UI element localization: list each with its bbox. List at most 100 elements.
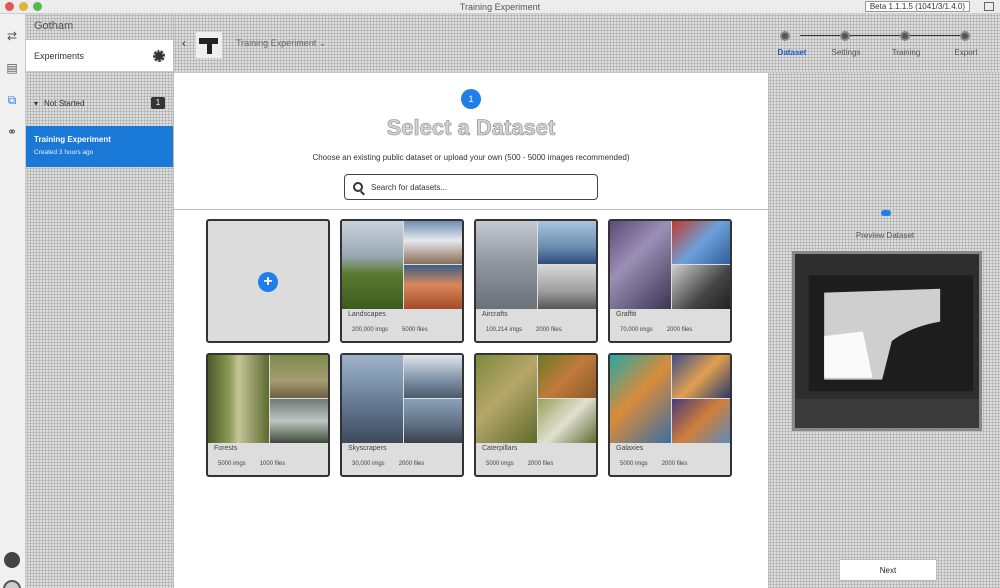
dataset-card-graffiti[interactable]: Graffiti 70,000 imgs 2000 files (608, 219, 732, 343)
dataset-image-count: 5000 imgs (620, 461, 648, 467)
dataset-image-count: 70,000 imgs (620, 327, 653, 333)
preview-panel: Preview Dataset Next (768, 73, 1000, 588)
dataset-thumbnails (342, 221, 462, 309)
thumbnail (270, 355, 328, 398)
thumbnail (404, 399, 462, 443)
dataset-meta: 200,000 imgs 5000 files (352, 327, 428, 333)
experiment-name: Training Experiment (236, 38, 317, 48)
preview-indicator-icon (881, 210, 891, 216)
avatar[interactable] (4, 552, 20, 568)
step-progress: Dataset Settings Training Export (778, 28, 990, 68)
thumbnail (342, 355, 403, 443)
window-title: Training Experiment (459, 2, 541, 12)
step-label-settings[interactable]: Settings (832, 48, 861, 57)
next-button[interactable]: Next (839, 559, 937, 581)
step-line (800, 35, 970, 36)
thumbnail (538, 221, 596, 264)
database-icon[interactable]: ▤ (4, 60, 20, 76)
thumbnail (208, 355, 269, 443)
dataset-card-aircrafts[interactable]: Aircrafts 100,214 imgs 2000 files (474, 219, 598, 343)
group-not-started[interactable]: ▾ Not Started 1 (26, 80, 173, 126)
dataset-name: Aircrafts (482, 311, 508, 318)
dataset-card-galaxies[interactable]: Galaxies 5000 imgs 2000 files (608, 353, 732, 477)
dataset-name: Landscapes (348, 311, 386, 318)
preview-image (792, 251, 982, 431)
step-dot-export[interactable] (960, 31, 970, 41)
window-layout-icon[interactable] (984, 2, 994, 11)
dataset-thumbnails (610, 221, 730, 309)
thumbnail (610, 355, 671, 443)
dataset-file-count: 2000 files (536, 327, 562, 333)
experiments-row[interactable]: Experiments (26, 40, 173, 72)
dataset-name: Caterpillars (482, 445, 518, 452)
dataset-meta: 5000 imgs 1000 files (218, 461, 285, 467)
dataset-name: Galaxies (616, 445, 644, 452)
upload-dataset-card[interactable]: + (206, 219, 330, 343)
sidebar-item-training-experiment[interactable]: Training Experiment Created 3 hours ago (26, 126, 173, 167)
back-chevron-icon[interactable]: ‹ (182, 36, 186, 50)
dataset-card-caterpillars[interactable]: Caterpillars 5000 imgs 2000 files (474, 353, 598, 477)
dataset-card-forests[interactable]: Forests 5000 imgs 1000 files (206, 353, 330, 477)
page-subtitle: Choose an existing public dataset or upl… (312, 153, 630, 162)
experiments-label: Experiments (34, 50, 85, 61)
dataset-image-count: 30,000 imgs (352, 461, 385, 467)
dataset-image-count: 5000 imgs (486, 461, 514, 467)
thumbnail (610, 221, 671, 309)
dataset-file-count: 2000 files (398, 461, 425, 467)
group-count-badge: 1 (151, 97, 165, 109)
preview-label: Preview Dataset (855, 231, 915, 240)
dataset-thumbnails (476, 355, 596, 443)
thumbnail (538, 399, 596, 443)
globe-icon[interactable] (3, 580, 21, 588)
dataset-thumbnails (610, 355, 730, 443)
dataset-thumbnails (208, 355, 328, 443)
dataset-meta: 70,000 imgs 2000 files (620, 327, 692, 333)
step-number-badge: 1 (461, 89, 481, 109)
dataset-card-skyscrapers[interactable]: Skyscrapers 30,000 imgs 2000 files (340, 353, 464, 477)
dataset-name: Forests (214, 445, 238, 452)
gear-icon[interactable] (153, 49, 165, 62)
link-icon[interactable]: ⚭ (4, 124, 20, 140)
dataset-search-input[interactable]: Search for datasets... (344, 174, 598, 200)
experiments-icon[interactable]: ⧉ (4, 92, 20, 108)
thumbnail (270, 399, 328, 443)
thumbnail (404, 355, 462, 398)
dataset-name: Skyscrapers (348, 445, 387, 452)
step-label-dataset[interactable]: Dataset (778, 48, 807, 57)
add-icon[interactable]: + (258, 272, 278, 292)
dataset-image-count: 200,000 imgs (352, 327, 389, 333)
chevron-down-icon[interactable]: ▾ (34, 99, 38, 108)
step-dot-dataset[interactable] (780, 31, 790, 41)
experiment-thumbnail (196, 32, 222, 58)
dataset-file-count: 5000 files (402, 327, 428, 333)
step-dot-training[interactable] (900, 31, 910, 41)
swap-icon[interactable]: ⇄ (4, 28, 20, 44)
chevron-down-icon: ⌄ (318, 38, 327, 48)
page-title: Select a Dataset (386, 115, 556, 141)
dataset-selection-panel: 1 Select a Dataset Choose an existing pu… (174, 73, 768, 588)
thumbnail (476, 355, 537, 443)
dataset-name: Graffiti (616, 311, 637, 318)
dataset-meta: 100,214 imgs 2000 files (486, 327, 562, 333)
thumbnail (672, 265, 730, 309)
thumbnail (672, 355, 730, 398)
sidebar-item-title: Training Experiment (34, 135, 111, 144)
dataset-file-count: 2000 files (661, 461, 688, 467)
top-bar: ‹ Training Experiment ⌄ Dataset Settings… (174, 14, 1000, 73)
step-label-export[interactable]: Export (954, 48, 977, 57)
dataset-meta: 5000 imgs 2000 files (620, 461, 687, 467)
search-placeholder: Search for datasets... (371, 182, 448, 192)
dataset-file-count: 2000 files (666, 327, 693, 333)
build-badge: Beta 1.1.1.5 (1041/3/1.4.0) (864, 1, 970, 12)
thumbnail (538, 265, 596, 309)
experiments-sidebar: Gotham Experiments ▾ Not Started 1 Train… (26, 14, 174, 588)
thumbnail (476, 221, 537, 309)
experiment-name-dropdown[interactable]: Training Experiment ⌄ (236, 38, 326, 49)
dataset-card-landscapes[interactable]: Landscapes 200,000 imgs 5000 files (340, 219, 464, 343)
step-label-training[interactable]: Training (892, 48, 921, 57)
window-titlebar: Training Experiment Beta 1.1.1.5 (1041/3… (0, 0, 1000, 14)
sidebar-item-subtitle: Created 3 hours ago (34, 149, 94, 156)
thumbnail (672, 221, 730, 264)
step-dot-settings[interactable] (840, 31, 850, 41)
dataset-meta: 5000 imgs 2000 files (486, 461, 553, 467)
